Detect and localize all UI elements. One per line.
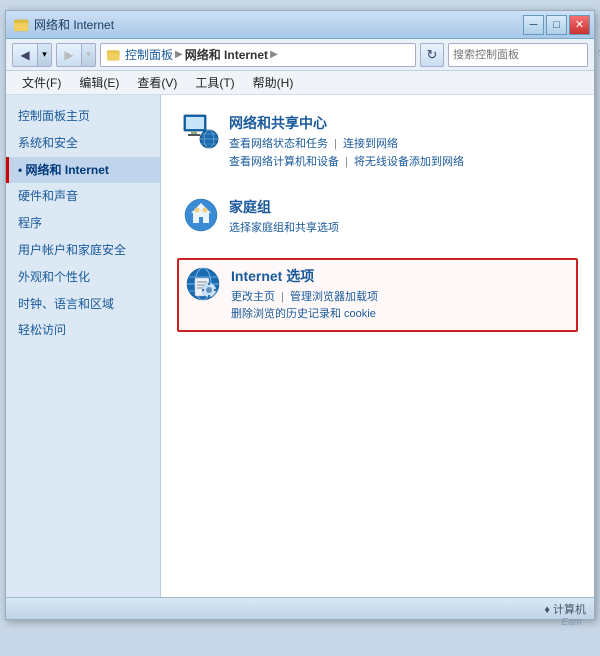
titlebar-controls: ─ □ ✕ xyxy=(523,15,590,35)
network-center-links: 查看网络状态和任务 | 连接到网络 查看网络计算机和设备 | 将无线设备添加到网… xyxy=(229,136,572,171)
sidebar-item-users[interactable]: 用户帐户和家庭安全 xyxy=(6,237,160,264)
folder-icon xyxy=(14,17,30,33)
homegroup-title[interactable]: 家庭组 xyxy=(229,197,572,217)
menu-edit[interactable]: 编辑(E) xyxy=(71,72,127,93)
link-choose-homegroup[interactable]: 选择家庭组和共享选项 xyxy=(229,222,339,234)
forward-button[interactable]: ▶ xyxy=(57,43,81,67)
menu-view[interactable]: 查看(V) xyxy=(129,72,185,93)
watermark: Eam xyxy=(561,617,582,628)
refresh-button[interactable]: ↻ xyxy=(420,43,444,67)
sidebar-item-network[interactable]: 网络和 Internet xyxy=(6,157,160,184)
menu-tools[interactable]: 工具(T) xyxy=(187,72,242,93)
status-bar: ♦ 计算机 xyxy=(6,597,594,619)
sidebar-item-hardware[interactable]: 硬件和声音 xyxy=(6,183,160,210)
address-box[interactable]: 控制面板 ▶ 网络和 Internet ▶ xyxy=(100,43,416,67)
sidebar-item-controlpanel[interactable]: 控制面板主页 xyxy=(6,103,160,130)
homegroup-links: 选择家庭组和共享选项 xyxy=(229,220,572,238)
menu-bar: 文件(F) 编辑(E) 查看(V) 工具(T) 帮助(H) xyxy=(6,71,594,95)
sep3: | xyxy=(281,291,287,303)
ie-icon xyxy=(185,266,221,302)
maximize-button[interactable]: □ xyxy=(546,15,567,35)
main-content: 控制面板主页 系统和安全 网络和 Internet 硬件和声音 程序 用户帐户和… xyxy=(6,95,594,597)
search-box[interactable]: 🔍 xyxy=(448,43,588,67)
back-forward-buttons: ◀ ▾ xyxy=(12,43,52,67)
breadcrumb-sep-1: ▶ xyxy=(175,49,183,60)
menu-file[interactable]: 文件(F) xyxy=(14,72,69,93)
sep1: | xyxy=(334,138,340,150)
breadcrumb-sep-2: ▶ xyxy=(270,49,278,60)
breadcrumb-home[interactable]: 控制面板 xyxy=(125,46,173,63)
network-center-title[interactable]: 网络和共享中心 xyxy=(229,113,572,133)
forward-dropdown[interactable]: ▾ xyxy=(81,43,95,67)
category-network-center: 网络和共享中心 查看网络状态和任务 | 连接到网络 查看网络计算机和设备 | 将… xyxy=(177,107,578,177)
breadcrumb-current[interactable]: 网络和 Internet xyxy=(185,46,268,63)
ie-options-title[interactable]: Internet 选项 xyxy=(231,266,570,286)
titlebar-left: 网络和 Internet xyxy=(14,16,114,33)
back-button[interactable]: ◀ xyxy=(13,43,37,67)
close-button[interactable]: ✕ xyxy=(569,15,590,35)
network-center-icon xyxy=(183,113,219,149)
link-add-wireless[interactable]: 将无线设备添加到网络 xyxy=(354,156,464,168)
link-connect-to-network[interactable]: 连接到网络 xyxy=(343,138,398,150)
menu-help[interactable]: 帮助(H) xyxy=(245,72,302,93)
titlebar: 网络和 Internet ─ □ ✕ xyxy=(6,11,594,39)
link-change-homepage[interactable]: 更改主页 xyxy=(231,291,275,303)
link-view-network-status[interactable]: 查看网络状态和任务 xyxy=(229,138,328,150)
category-internet-options: Internet 选项 更改主页 | 管理浏览器加载项 删除浏览的历史记录和 c… xyxy=(177,258,578,332)
address-folder-icon xyxy=(107,48,121,62)
sidebar: 控制面板主页 系统和安全 网络和 Internet 硬件和声音 程序 用户帐户和… xyxy=(6,95,161,597)
search-input[interactable] xyxy=(453,49,595,61)
content-area: 网络和共享中心 查看网络状态和任务 | 连接到网络 查看网络计算机和设备 | 将… xyxy=(161,95,594,597)
sidebar-item-accessibility[interactable]: 轻松访问 xyxy=(6,317,160,344)
sidebar-item-appearance[interactable]: 外观和个性化 xyxy=(6,264,160,291)
link-delete-history[interactable]: 删除浏览的历史记录和 cookie xyxy=(231,308,376,320)
back-dropdown[interactable]: ▾ xyxy=(37,43,51,67)
ie-options-links: 更改主页 | 管理浏览器加载项 删除浏览的历史记录和 cookie xyxy=(231,289,570,324)
homegroup-content: 家庭组 选择家庭组和共享选项 xyxy=(229,197,572,238)
ie-options-content: Internet 选项 更改主页 | 管理浏览器加载项 删除浏览的历史记录和 c… xyxy=(231,266,570,324)
homegroup-icon xyxy=(183,197,219,233)
address-bar: ◀ ▾ ▶ ▾ 控制面板 ▶ 网络和 Internet ▶ ↻ xyxy=(6,39,594,71)
sep2: | xyxy=(345,156,351,168)
forward-button-combo: ▶ ▾ xyxy=(56,43,96,67)
network-center-content: 网络和共享中心 查看网络状态和任务 | 连接到网络 查看网络计算机和设备 | 将… xyxy=(229,113,572,171)
titlebar-title: 网络和 Internet xyxy=(34,16,114,33)
link-view-computers[interactable]: 查看网络计算机和设备 xyxy=(229,156,339,168)
sidebar-item-programs[interactable]: 程序 xyxy=(6,210,160,237)
main-window: 网络和 Internet ─ □ ✕ ◀ ▾ ▶ ▾ 控制面板 xyxy=(5,10,595,620)
link-manage-addons[interactable]: 管理浏览器加载项 xyxy=(290,291,378,303)
category-homegroup: 家庭组 选择家庭组和共享选项 xyxy=(177,191,578,244)
sidebar-item-clock[interactable]: 时钟、语言和区域 xyxy=(6,291,160,318)
sidebar-item-security[interactable]: 系统和安全 xyxy=(6,130,160,157)
breadcrumb: 控制面板 ▶ 网络和 Internet ▶ xyxy=(125,46,278,63)
minimize-button[interactable]: ─ xyxy=(523,15,544,35)
status-text: ♦ 计算机 xyxy=(544,601,586,617)
